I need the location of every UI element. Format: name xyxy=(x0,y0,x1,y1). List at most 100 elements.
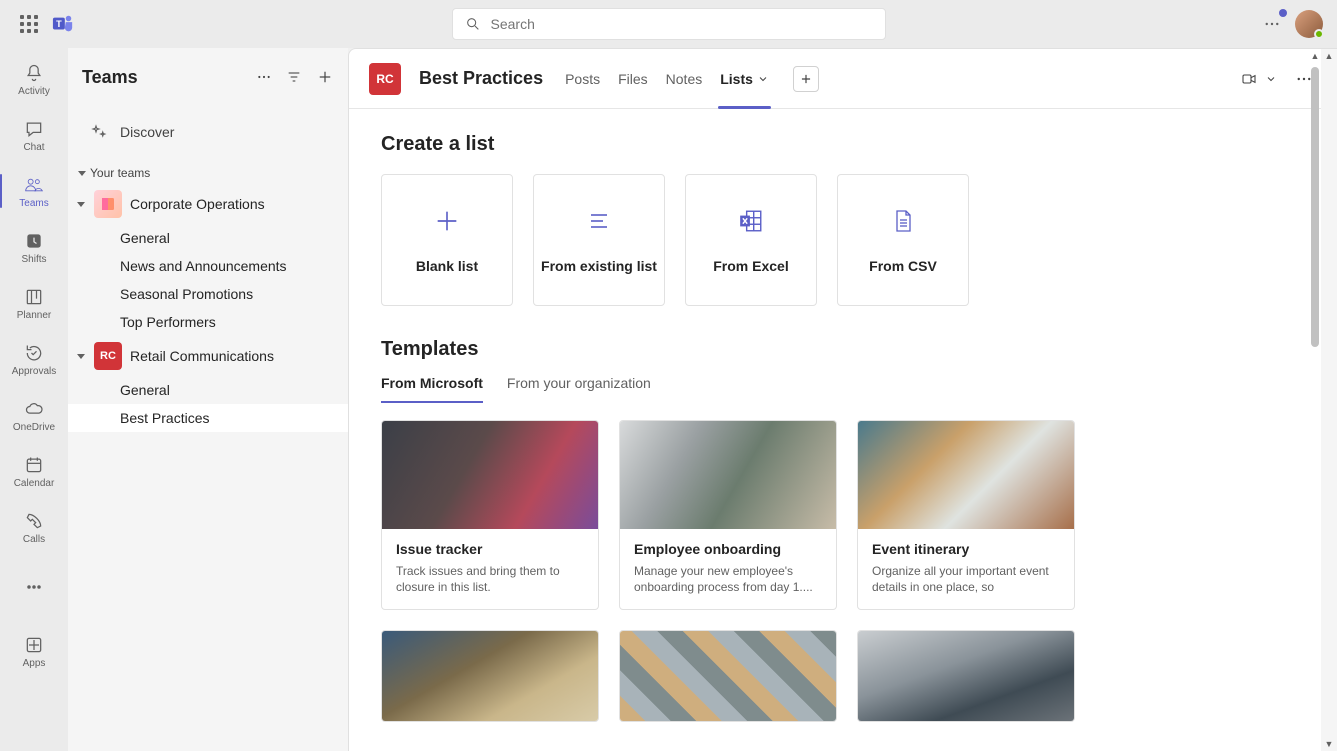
title-bar: T xyxy=(0,0,1337,48)
template-tab-microsoft[interactable]: From Microsoft xyxy=(381,375,483,403)
list-icon xyxy=(584,206,614,236)
lists-surface: Create a list Blank list From existing l… xyxy=(349,109,1337,751)
tab-label: Lists xyxy=(720,71,753,87)
app-launcher-icon[interactable] xyxy=(20,15,38,33)
create-label: From CSV xyxy=(869,258,937,274)
create-label: Blank list xyxy=(416,258,478,274)
channel-avatar: RC xyxy=(369,63,401,95)
approvals-icon xyxy=(24,343,44,363)
shifts-icon xyxy=(24,231,44,251)
channel-top-performers[interactable]: Top Performers xyxy=(68,308,348,336)
channel-seasonal[interactable]: Seasonal Promotions xyxy=(68,280,348,308)
template-issue-tracker[interactable]: Issue tracker Track issues and bring the… xyxy=(381,420,599,610)
rail-label: Calls xyxy=(23,534,45,545)
panel-title: Teams xyxy=(82,67,138,88)
rail-activity[interactable]: Activity xyxy=(0,52,68,106)
tab-notes[interactable]: Notes xyxy=(666,49,703,109)
tab-files[interactable]: Files xyxy=(618,49,648,109)
template-tab-org[interactable]: From your organization xyxy=(507,375,651,403)
people-icon xyxy=(23,175,45,195)
rail-label: OneDrive xyxy=(13,422,55,433)
excel-icon xyxy=(736,206,766,236)
channel-best-practices[interactable]: Best Practices xyxy=(68,404,348,432)
chat-icon xyxy=(24,119,44,139)
template-card-partial[interactable] xyxy=(857,630,1075,722)
rail-planner[interactable]: Planner xyxy=(0,276,68,330)
svg-text:T: T xyxy=(56,19,62,29)
create-label: From existing list xyxy=(541,258,657,274)
template-event-itinerary[interactable]: Event itinerary Organize all your import… xyxy=(857,420,1075,610)
rail-onedrive[interactable]: OneDrive xyxy=(0,388,68,442)
rail-label: Chat xyxy=(23,142,44,153)
phone-icon xyxy=(24,511,44,531)
create-blank-list[interactable]: Blank list xyxy=(381,174,513,306)
caret-down-icon xyxy=(77,202,85,207)
filter-icon[interactable] xyxy=(286,69,302,85)
create-from-excel[interactable]: From Excel xyxy=(685,174,817,306)
scroll-down-icon[interactable]: ▼ xyxy=(1325,739,1334,749)
team-row-corporate-operations[interactable]: Corporate Operations xyxy=(68,184,348,224)
panel-more-icon[interactable] xyxy=(256,69,272,85)
caret-down-icon xyxy=(77,354,85,359)
calendar-icon xyxy=(24,455,44,475)
rail-label: Calendar xyxy=(14,478,55,489)
tab-lists[interactable]: Lists xyxy=(720,49,769,109)
template-thumbnail xyxy=(620,421,836,529)
rail-calendar[interactable]: Calendar xyxy=(0,444,68,498)
caret-down-icon xyxy=(78,171,86,176)
template-thumbnail xyxy=(858,421,1074,529)
channel-more-icon[interactable] xyxy=(1295,70,1313,88)
channel-general[interactable]: General xyxy=(68,224,348,252)
settings-more-icon[interactable] xyxy=(1263,15,1281,33)
rail-approvals[interactable]: Approvals xyxy=(0,332,68,386)
discover-button[interactable]: Discover xyxy=(78,110,338,154)
plus-icon xyxy=(799,72,813,86)
add-tab-button[interactable] xyxy=(793,66,819,92)
create-team-icon[interactable] xyxy=(316,68,334,86)
user-avatar[interactable] xyxy=(1295,10,1323,38)
rail-apps[interactable]: Apps xyxy=(0,624,68,678)
more-icon xyxy=(24,577,44,597)
tab-posts[interactable]: Posts xyxy=(565,49,600,109)
template-card-partial[interactable] xyxy=(381,630,599,722)
section-label-text: Your teams xyxy=(90,166,150,180)
channel-general-2[interactable]: General xyxy=(68,376,348,404)
teams-logo-icon: T xyxy=(52,13,74,35)
rail-chat[interactable]: Chat xyxy=(0,108,68,162)
sparkle-icon xyxy=(90,123,108,141)
search-box[interactable] xyxy=(452,8,886,40)
create-label: From Excel xyxy=(713,258,788,274)
rail-teams[interactable]: Teams xyxy=(0,164,68,218)
scroll-up-icon[interactable]: ▲ xyxy=(1325,51,1334,61)
chevron-down-icon xyxy=(757,73,769,85)
template-thumbnail xyxy=(382,421,598,529)
team-avatar xyxy=(94,190,122,218)
template-employee-onboarding[interactable]: Employee onboarding Manage your new empl… xyxy=(619,420,837,610)
rail-more[interactable] xyxy=(0,560,68,614)
create-from-existing[interactable]: From existing list xyxy=(533,174,665,306)
app-rail: Activity Chat Teams Shifts Planner Appro… xyxy=(0,48,68,751)
meet-button[interactable] xyxy=(1239,71,1277,87)
template-card-partial[interactable] xyxy=(619,630,837,722)
content-area: RC Best Practices Posts Files Notes List… xyxy=(348,48,1337,751)
template-thumbnail xyxy=(382,631,598,721)
channel-news[interactable]: News and Announcements xyxy=(68,252,348,280)
team-row-retail-communications[interactable]: RC Retail Communications xyxy=(68,336,348,376)
rail-calls[interactable]: Calls xyxy=(0,500,68,554)
video-icon xyxy=(1239,71,1259,87)
search-input[interactable] xyxy=(491,16,873,32)
search-icon xyxy=(465,16,481,32)
rail-label: Planner xyxy=(17,310,51,321)
presence-available-icon xyxy=(1314,29,1324,39)
team-avatar: RC xyxy=(94,342,122,370)
team-name: Retail Communications xyxy=(130,348,274,364)
rail-shifts[interactable]: Shifts xyxy=(0,220,68,274)
create-list-heading: Create a list xyxy=(381,133,1305,156)
planner-icon xyxy=(24,287,44,307)
teams-panel: Teams Discover Your teams xyxy=(68,48,348,751)
template-title: Event itinerary xyxy=(872,541,1060,557)
your-teams-section[interactable]: Your teams xyxy=(68,162,348,184)
create-from-csv[interactable]: From CSV xyxy=(837,174,969,306)
outer-scrollbar[interactable]: ▲ ▼ xyxy=(1321,49,1337,751)
chevron-down-icon xyxy=(1265,73,1277,85)
